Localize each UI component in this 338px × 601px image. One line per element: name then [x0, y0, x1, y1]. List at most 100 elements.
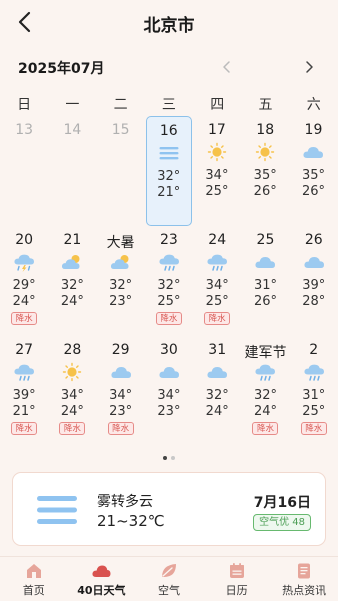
bottom-tab-bar: 首页 40日天气 空气 日历 热点资讯	[0, 556, 338, 601]
calendar-day[interactable]: 25 31° 26°	[241, 226, 289, 336]
pager-dot[interactable]	[171, 456, 175, 460]
calendar-day[interactable]: 20 29° 24° 降水	[0, 226, 48, 336]
partly-cloudy-icon	[110, 255, 129, 269]
day-number: 26	[304, 232, 323, 248]
sunny-icon	[255, 142, 275, 162]
pager-dots	[0, 456, 338, 460]
low-temp: 23°	[157, 404, 181, 419]
rain-icon	[14, 364, 35, 381]
calendar-day[interactable]: 24 34° 25° 降水	[193, 226, 241, 336]
day-number: 16	[159, 123, 178, 139]
calendar-day[interactable]: 建军节 32° 24° 降水	[241, 336, 289, 446]
day-number: 14	[63, 122, 82, 138]
day-number: 23	[160, 232, 178, 248]
precipitation-badge: 降水	[155, 312, 182, 325]
day-number: 29	[111, 342, 130, 358]
tab-label: 日历	[225, 584, 248, 597]
day-number: 27	[15, 342, 34, 358]
calendar-day[interactable]: 28 34° 24° 降水	[48, 336, 96, 446]
tab-label: 首页	[22, 584, 45, 597]
rain-icon	[159, 254, 179, 271]
calendar-day[interactable]: 29 34° 23° 降水	[97, 336, 145, 446]
calendar-day[interactable]: 26 39° 28°	[290, 226, 338, 336]
high-temp: 29°	[12, 278, 36, 293]
high-temp: 32°	[109, 278, 133, 293]
day-number: 13	[15, 122, 34, 138]
high-temp: 31°	[302, 388, 326, 403]
next-month-icon[interactable]	[301, 59, 317, 75]
high-temp: 32°	[60, 278, 84, 293]
tab-cloud[interactable]: 40日天气	[68, 557, 136, 601]
temperature-range: 21~32℃	[97, 512, 165, 530]
top-bar: 北京市	[0, 0, 338, 44]
calendar-day[interactable]: 2 31° 25° 降水	[290, 336, 338, 446]
leaf-icon	[161, 564, 176, 577]
cloudy-icon	[304, 257, 324, 268]
high-temp: 35°	[253, 168, 277, 183]
high-temp: 34°	[60, 388, 84, 403]
tab-leaf[interactable]: 空气	[135, 557, 203, 601]
high-temp: 32°	[157, 169, 181, 184]
day-number: 19	[304, 122, 323, 138]
day-number: 31	[208, 342, 227, 358]
day-number: 20	[15, 232, 34, 248]
cloudy-icon	[207, 367, 228, 378]
calendar-day[interactable]: 14	[48, 116, 96, 226]
calendar-day[interactable]: 15	[97, 116, 145, 226]
precipitation-badge: 降水	[204, 312, 231, 325]
calendar-week: 27 39° 21° 降水 28 34° 24° 降水 29 34° 23° 降水 30 34° 23° 31…	[0, 336, 338, 446]
sunny-icon	[63, 362, 82, 382]
low-temp: 21°	[157, 185, 181, 200]
rain-icon	[207, 254, 228, 271]
weekday-label: 四	[210, 97, 225, 113]
low-temp: 21°	[12, 404, 36, 419]
aqi-badge: 空气优 48	[253, 514, 311, 531]
calendar-day[interactable]: 19 35° 26°	[289, 116, 337, 226]
calendar-week: 20 29° 24° 降水 21 32° 24° 大暑 32° 23° 23 32° 25° 降水 24 34…	[0, 226, 338, 336]
tab-home[interactable]: 首页	[0, 557, 68, 601]
tab-label: 热点资讯	[282, 584, 327, 597]
high-temp: 35°	[301, 168, 325, 183]
calendar-day[interactable]: 21 32° 24°	[48, 226, 96, 336]
previous-month-icon[interactable]	[219, 59, 235, 75]
low-temp: 26°	[301, 184, 325, 199]
low-temp: 25°	[157, 294, 181, 309]
high-temp: 39°	[12, 388, 36, 403]
precipitation-badge: 降水	[300, 422, 327, 435]
high-temp: 32°	[253, 388, 277, 403]
calendar-day[interactable]: 31 32° 24°	[193, 336, 241, 446]
calendar-day[interactable]: 17 34° 25°	[193, 116, 241, 226]
high-temp: 32°	[205, 388, 229, 403]
calendar-day[interactable]: 27 39° 21° 降水	[0, 336, 48, 446]
calendar-day-today[interactable]: 16 32° 21°	[145, 116, 192, 226]
cloudy-icon	[159, 367, 179, 378]
tab-news[interactable]: 热点资讯	[270, 557, 338, 601]
low-temp: 24°	[60, 294, 84, 309]
precipitation-badge: 降水	[252, 422, 279, 435]
tab-calendar[interactable]: 日历	[203, 557, 271, 601]
weekday-label: 一	[65, 97, 80, 113]
calendar-day[interactable]: 18 35° 26°	[241, 116, 289, 226]
pager-dot[interactable]	[163, 456, 167, 460]
high-temp: 34°	[205, 278, 229, 293]
rain-icon	[255, 364, 276, 381]
precipitation-badge: 降水	[59, 422, 86, 435]
calendar-day[interactable]: 13	[0, 116, 48, 226]
day-number: 30	[160, 342, 178, 358]
day-number: 17	[208, 122, 226, 138]
selected-date: 7月16日	[253, 495, 311, 511]
calendar-icon	[229, 563, 244, 578]
cloudy-icon	[303, 147, 324, 158]
calendar-week: 13 14 15 16 32° 21° 17 34° 25° 18 35° 26° 19 35° 26°	[0, 116, 338, 226]
haze-icon	[37, 496, 77, 524]
day-summary-card[interactable]: 雾转多云 21~32℃ 7月16日 空气优 48	[12, 472, 326, 546]
precipitation-badge: 降水	[107, 422, 134, 435]
weekday-label: 三	[161, 97, 176, 113]
rain-icon	[304, 364, 324, 381]
calendar-day[interactable]: 大暑 32° 23°	[97, 226, 145, 336]
day-number: 18	[256, 122, 275, 138]
calendar-day[interactable]: 23 32° 25° 降水	[145, 226, 193, 336]
cloud-icon	[92, 565, 111, 577]
calendar-day[interactable]: 30 34° 23°	[145, 336, 193, 446]
high-temp: 31°	[253, 278, 277, 293]
